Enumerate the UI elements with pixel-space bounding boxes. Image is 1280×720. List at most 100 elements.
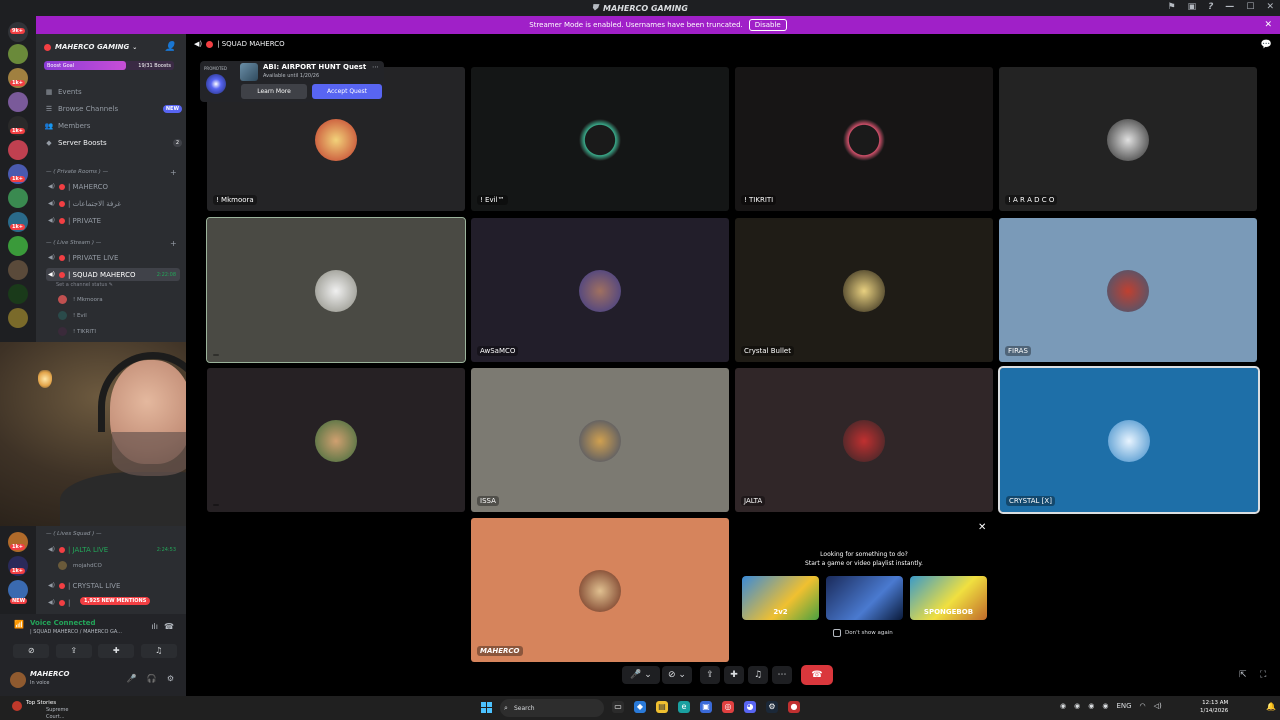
- sidebar-item-events[interactable]: ▦ Events: [44, 85, 182, 99]
- participant-tile[interactable]: FIRAS: [999, 218, 1257, 362]
- activity-card[interactable]: [826, 576, 903, 620]
- notifications-icon[interactable]: 🔔: [1266, 702, 1276, 711]
- server-icon[interactable]: [8, 236, 28, 256]
- avatar[interactable]: [10, 672, 26, 688]
- chrome-icon[interactable]: ◎: [722, 701, 734, 713]
- chat-icon[interactable]: 💬: [1261, 40, 1272, 50]
- minimize-icon[interactable]: —: [1225, 2, 1234, 12]
- close-icon[interactable]: ✕: [1266, 2, 1274, 12]
- participant-tile[interactable]: ISSA: [471, 368, 729, 512]
- disconnect-icon[interactable]: ☎: [164, 622, 174, 631]
- checkbox[interactable]: [833, 629, 841, 637]
- activity-card[interactable]: SPONGEBOB: [910, 576, 987, 620]
- tray-icon[interactable]: ◉: [1088, 702, 1094, 710]
- channel-status-prompt[interactable]: Set a channel status ✎: [56, 282, 113, 288]
- screen-share-button[interactable]: ⇪: [700, 666, 720, 684]
- add-channel-icon[interactable]: +: [170, 239, 177, 248]
- steam-icon[interactable]: ⚙: [766, 701, 778, 713]
- voice-channel[interactable]: ◀) | JALTA LIVE 2:24:53: [46, 543, 180, 556]
- server-icon[interactable]: [8, 284, 28, 304]
- noise-suppression-icon[interactable]: ılı: [151, 622, 158, 631]
- voice-channel[interactable]: ◀) | غرفة الاجتماعات: [46, 197, 180, 210]
- tray-icon[interactable]: ◉: [1060, 702, 1066, 710]
- camera-button[interactable]: ⊘: [13, 644, 50, 658]
- voice-member[interactable]: ! Evil: [58, 311, 87, 320]
- voice-channel[interactable]: ◀) | MAHERCO: [46, 180, 180, 193]
- participant-tile[interactable]: [206, 217, 466, 363]
- voice-channel-path[interactable]: | SQUAD MAHERCO / MAHERCO GA...: [30, 629, 122, 635]
- file-explorer-icon[interactable]: ▤: [656, 701, 668, 713]
- category-lives-squad[interactable]: — ( Lives Squad ) —: [46, 531, 101, 537]
- popout-icon[interactable]: ⇱: [1239, 670, 1247, 680]
- inbox-icon[interactable]: ▣: [1188, 2, 1197, 12]
- volume-icon[interactable]: ◁): [1154, 702, 1162, 710]
- category-live-stream[interactable]: — ( Live Stream ) — +: [46, 239, 177, 248]
- banner-close-icon[interactable]: ✕: [1264, 20, 1272, 30]
- fullscreen-icon[interactable]: ⛶: [1260, 670, 1266, 680]
- voice-member[interactable]: ! TIKRITI: [58, 327, 96, 336]
- participant-tile[interactable]: ! A R A D C O: [999, 67, 1257, 211]
- boost-goal-bar[interactable]: Boost Goal 19/31 Boosts: [44, 61, 174, 70]
- participant-tile-speaking[interactable]: CRYSTAL [X]: [998, 366, 1260, 514]
- microphone-button[interactable]: 🎤 ⌄: [622, 666, 660, 684]
- accept-quest-button[interactable]: Accept Quest: [312, 84, 382, 99]
- participant-tile-self[interactable]: MAHERCO: [471, 518, 729, 662]
- obs-icon[interactable]: ●: [788, 701, 800, 713]
- screen-share-button[interactable]: ⇪: [55, 644, 92, 658]
- sidebar-item-browse-channels[interactable]: ☰ Browse Channels NEW: [44, 102, 182, 116]
- language-indicator[interactable]: ENG: [1116, 702, 1131, 710]
- activity-card[interactable]: 2v2: [742, 576, 819, 620]
- user-name[interactable]: MAHERCO: [30, 670, 70, 678]
- windows-start-icon[interactable]: [481, 702, 492, 713]
- taskbar-search[interactable]: ⌕ Search: [500, 699, 604, 717]
- copilot-icon[interactable]: ◆: [634, 701, 646, 713]
- voice-member[interactable]: ! Mkmoora: [58, 295, 103, 304]
- disable-streamer-mode-button[interactable]: Disable: [748, 19, 787, 31]
- activities-button[interactable]: ✚: [724, 666, 744, 684]
- server-icon[interactable]: [8, 44, 28, 64]
- participant-tile[interactable]: JALTA: [735, 368, 993, 512]
- voice-channel[interactable]: ◀) | PRIVATE: [46, 214, 180, 227]
- participant-tile[interactable]: AwSaMCO: [471, 218, 729, 362]
- add-channel-icon[interactable]: +: [170, 168, 177, 177]
- dont-show-again-checkbox[interactable]: Don't show again: [833, 629, 893, 637]
- soundboard-button[interactable]: ♫: [748, 666, 768, 684]
- store-icon[interactable]: ▣: [700, 701, 712, 713]
- new-mentions-pill[interactable]: 1,925 NEW MENTIONS: [80, 597, 151, 605]
- disconnect-call-button[interactable]: ☎: [801, 665, 833, 685]
- gear-icon[interactable]: ⚙: [167, 674, 174, 683]
- microphone-icon[interactable]: 🎤: [127, 674, 137, 683]
- activities-button[interactable]: ✚: [98, 644, 135, 658]
- participant-tile[interactable]: [207, 368, 465, 512]
- news-widget[interactable]: Top Stories Supreme Court...: [26, 700, 69, 720]
- pin-icon[interactable]: ⚑: [1168, 2, 1176, 12]
- tray-icon[interactable]: ◉: [1074, 702, 1080, 710]
- participant-tile[interactable]: Crystal Bullet: [735, 218, 993, 362]
- voice-channel[interactable]: ◀) | PRIVATE LIVE: [46, 251, 180, 264]
- server-icon[interactable]: [8, 188, 28, 208]
- taskbar-clock[interactable]: 12:13 AM 1/14/2026: [1200, 699, 1228, 715]
- task-view-icon[interactable]: ▭: [612, 701, 624, 713]
- more-options-icon[interactable]: ⋯: [372, 63, 379, 71]
- discord-icon[interactable]: ◕: [744, 701, 756, 713]
- learn-more-button[interactable]: Learn More: [241, 84, 307, 99]
- help-icon[interactable]: ?: [1208, 2, 1213, 12]
- participant-tile[interactable]: ! TIKRITI: [735, 67, 993, 211]
- maximize-icon[interactable]: ☐: [1246, 2, 1254, 12]
- soundboard-button[interactable]: ♫: [140, 644, 177, 658]
- headphones-icon[interactable]: 🎧: [147, 674, 157, 683]
- sidebar-item-server-boosts[interactable]: ◆ Server Boosts 2: [44, 136, 182, 150]
- server-header[interactable]: MAHERCO GAMING ⌄ 👤: [36, 34, 186, 60]
- server-icon[interactable]: [8, 308, 28, 328]
- voice-status[interactable]: Voice Connected: [30, 619, 96, 627]
- edge-icon[interactable]: e: [678, 701, 690, 713]
- tray-icon[interactable]: ◉: [1102, 702, 1108, 710]
- voice-member[interactable]: mojahdCO: [58, 561, 102, 570]
- voice-channel[interactable]: ◀) | CRYSTAL LIVE: [46, 579, 180, 592]
- sidebar-item-members[interactable]: 👥 Members: [44, 119, 182, 133]
- server-icon[interactable]: [8, 92, 28, 112]
- participant-tile[interactable]: ! Evil™: [471, 67, 729, 211]
- wifi-icon[interactable]: ◠: [1140, 702, 1146, 710]
- add-user-icon[interactable]: 👤: [165, 42, 176, 52]
- camera-toggle-button[interactable]: ⊘ ⌄: [662, 666, 692, 684]
